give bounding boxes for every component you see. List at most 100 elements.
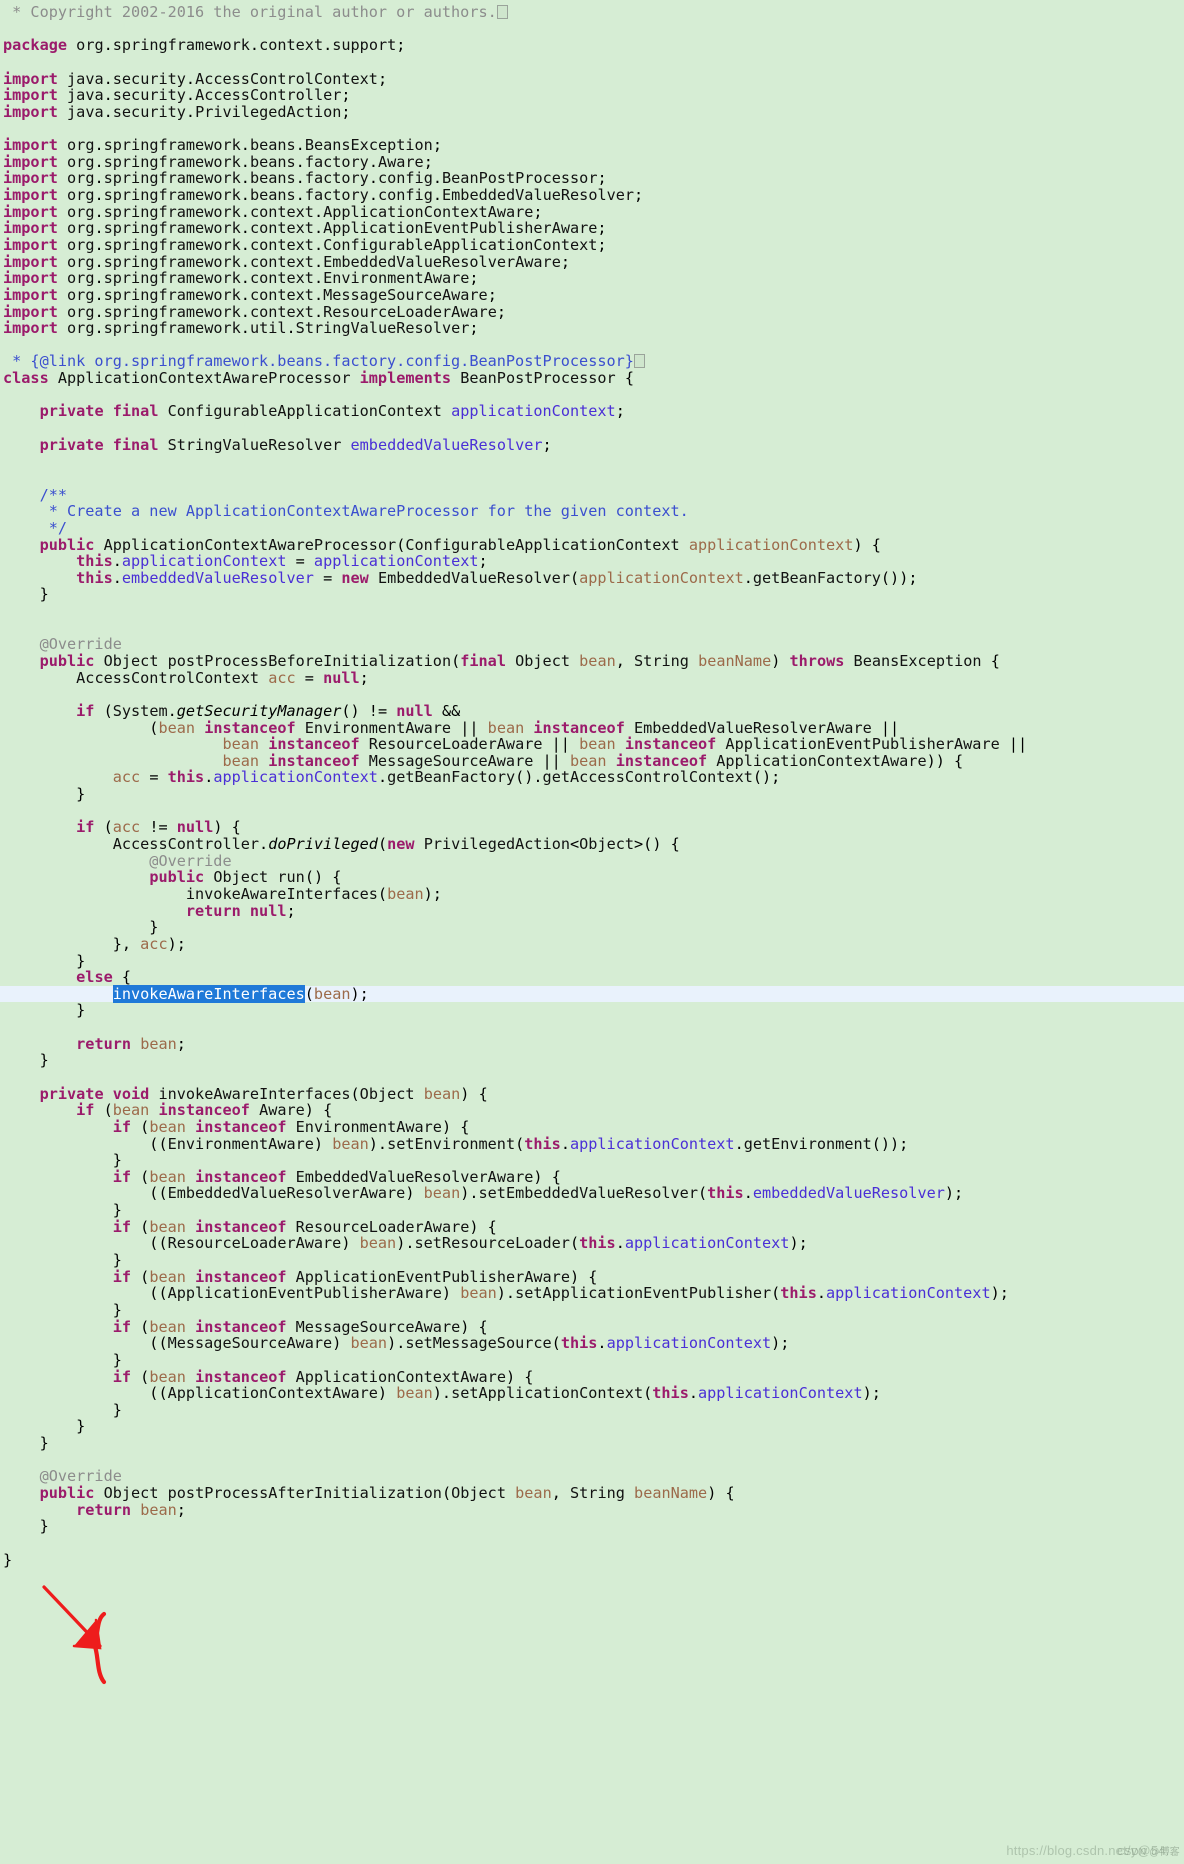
code-line[interactable]: ((EnvironmentAware) bean).setEnvironment… — [0, 1135, 1184, 1153]
code-line[interactable] — [0, 120, 1184, 137]
code-line[interactable]: private final StringValueResolver embedd… — [0, 436, 1184, 454]
code-line[interactable]: bean instanceof ResourceLoaderAware || b… — [0, 736, 1184, 753]
code-line[interactable] — [0, 337, 1184, 354]
code-line[interactable]: ((ApplicationContextAware) bean).setAppl… — [0, 1385, 1184, 1402]
code-line[interactable]: * Copyright 2002-2016 the original autho… — [0, 4, 1184, 21]
code-line[interactable]: import org.springframework.context.Appli… — [0, 203, 1184, 221]
code-line[interactable]: acc = this.applicationContext.getBeanFac… — [0, 769, 1184, 786]
code-line[interactable]: /** — [0, 486, 1184, 504]
code-line[interactable]: import org.springframework.util.StringVa… — [0, 320, 1184, 337]
code-line[interactable] — [0, 803, 1184, 820]
code-line[interactable]: } — [0, 1551, 1184, 1569]
code-line[interactable]: ((ResourceLoaderAware) bean).setResource… — [0, 1235, 1184, 1252]
code-line[interactable]: private void invokeAwareInterfaces(Objec… — [0, 1085, 1184, 1103]
code-line[interactable] — [0, 420, 1184, 437]
selected-token[interactable]: invokeAwareInterfaces — [112, 984, 305, 1003]
code-line[interactable]: return null; — [0, 902, 1184, 920]
code-line[interactable]: this.applicationContext = applicationCon… — [0, 553, 1184, 570]
code-line[interactable]: import org.springframework.context.Messa… — [0, 287, 1184, 304]
code-line[interactable]: } — [0, 1302, 1184, 1319]
code-line[interactable] — [0, 1535, 1184, 1552]
code-line[interactable]: public Object postProcessAfterInitializa… — [0, 1485, 1184, 1502]
code-line[interactable]: */ — [0, 520, 1184, 537]
code-line[interactable]: } — [0, 1252, 1184, 1269]
code-line[interactable] — [0, 1069, 1184, 1086]
code-line[interactable]: } — [0, 919, 1184, 936]
code-line[interactable]: if (bean instanceof ResourceLoaderAware)… — [0, 1218, 1184, 1236]
code-line[interactable]: @Override — [0, 636, 1184, 653]
code-line[interactable]: AccessControlContext acc = null; — [0, 669, 1184, 687]
code-line[interactable]: public Object postProcessBeforeInitializ… — [0, 653, 1184, 670]
code-line[interactable]: } — [0, 1352, 1184, 1369]
code-line[interactable]: } — [0, 1052, 1184, 1069]
code-line[interactable]: import org.springframework.context.Confi… — [0, 237, 1184, 254]
code-line[interactable]: * {@link org.springframework.beans.facto… — [0, 353, 1184, 370]
code-line[interactable]: * Create a new ApplicationContextAwarePr… — [0, 503, 1184, 520]
code-line[interactable] — [0, 453, 1184, 470]
code-line[interactable]: if (bean instanceof MessageSourceAware) … — [0, 1318, 1184, 1336]
code-line[interactable]: class ApplicationContextAwareProcessor i… — [0, 370, 1184, 387]
code-line[interactable]: import java.security.PrivilegedAction; — [0, 104, 1184, 121]
code-line[interactable]: import org.springframework.context.Resou… — [0, 303, 1184, 321]
fold-marker-icon[interactable] — [633, 354, 645, 369]
code-line[interactable]: import org.springframework.beans.factory… — [0, 187, 1184, 204]
code-line[interactable]: ((MessageSourceAware) bean).setMessageSo… — [0, 1335, 1184, 1352]
code-line[interactable]: if (bean instanceof EmbeddedValueResolve… — [0, 1169, 1184, 1186]
code-line[interactable]: private final ConfigurableApplicationCon… — [0, 403, 1184, 420]
code-line[interactable]: public ApplicationContextAwareProcessor(… — [0, 536, 1184, 554]
code-line[interactable]: } — [0, 1402, 1184, 1419]
code-line[interactable]: if (bean instanceof ApplicationEventPubl… — [0, 1268, 1184, 1286]
code-line[interactable] — [0, 387, 1184, 404]
code-line[interactable] — [0, 54, 1184, 71]
code-line[interactable]: invokeAwareInterfaces(bean); — [0, 984, 1184, 1003]
code-line[interactable]: invokeAwareInterfaces(bean); — [0, 886, 1184, 903]
code-line[interactable]: @Override — [0, 852, 1184, 870]
code-line[interactable]: if (System.getSecurityManager() != null … — [0, 703, 1184, 720]
code-line[interactable]: @Override — [0, 1468, 1184, 1485]
code-line[interactable]: return bean; — [0, 1501, 1184, 1519]
code-line[interactable]: this.embeddedValueResolver = new Embedde… — [0, 569, 1184, 587]
code-line[interactable]: } — [0, 1418, 1184, 1435]
code-line[interactable]: } — [0, 1152, 1184, 1169]
code-line[interactable]: import org.springframework.context.Embed… — [0, 253, 1184, 271]
red-arrow-icon — [42, 1585, 102, 1650]
code-screenshot: * Copyright 2002-2016 the original autho… — [0, 0, 1184, 1864]
code-line[interactable]: import org.springframework.context.Appli… — [0, 220, 1184, 237]
code-line[interactable] — [0, 1452, 1184, 1469]
code-line[interactable]: else { — [0, 969, 1184, 986]
code-line[interactable]: } — [0, 952, 1184, 970]
code-line[interactable]: } — [0, 1202, 1184, 1219]
code-line[interactable]: if (bean instanceof Aware) { — [0, 1102, 1184, 1119]
code-line[interactable]: import org.springframework.beans.BeansEx… — [0, 137, 1184, 154]
code-editor-content[interactable]: * Copyright 2002-2016 the original autho… — [0, 0, 1184, 1568]
code-line[interactable]: }, acc); — [0, 936, 1184, 953]
code-line[interactable]: AccessController.doPrivileged(new Privil… — [0, 836, 1184, 853]
fold-marker-icon[interactable] — [496, 5, 508, 19]
code-line[interactable]: } — [0, 786, 1184, 803]
code-line[interactable]: if (bean instanceof ApplicationContextAw… — [0, 1368, 1184, 1386]
code-line[interactable]: import org.springframework.context.Envir… — [0, 270, 1184, 287]
code-line[interactable] — [0, 603, 1184, 620]
code-line[interactable]: import org.springframework.beans.factory… — [0, 170, 1184, 187]
code-line[interactable]: return bean; — [0, 1035, 1184, 1053]
code-line[interactable]: } — [0, 1002, 1184, 1019]
code-line[interactable] — [0, 1019, 1184, 1036]
code-line[interactable]: public Object run() { — [0, 869, 1184, 886]
code-line[interactable]: ((ApplicationEventPublisherAware) bean).… — [0, 1285, 1184, 1302]
code-line[interactable]: } — [0, 1518, 1184, 1535]
code-line[interactable]: if (acc != null) { — [0, 819, 1184, 836]
code-line[interactable]: (bean instanceof EnvironmentAware || bea… — [0, 719, 1184, 737]
code-line[interactable]: bean instanceof MessageSourceAware || be… — [0, 753, 1184, 770]
code-line[interactable]: if (bean instanceof EnvironmentAware) { — [0, 1119, 1184, 1136]
code-line[interactable]: ((EmbeddedValueResolverAware) bean).setE… — [0, 1185, 1184, 1202]
code-line[interactable]: import java.security.AccessController; — [0, 87, 1184, 104]
code-line[interactable] — [0, 21, 1184, 38]
code-line[interactable]: package org.springframework.context.supp… — [0, 37, 1184, 54]
code-line[interactable]: import java.security.AccessControlContex… — [0, 70, 1184, 88]
code-line[interactable]: } — [0, 586, 1184, 603]
code-line[interactable] — [0, 620, 1184, 637]
code-line[interactable] — [0, 470, 1184, 487]
code-line[interactable]: } — [0, 1435, 1184, 1452]
code-line[interactable]: import org.springframework.beans.factory… — [0, 153, 1184, 171]
code-line[interactable] — [0, 686, 1184, 703]
